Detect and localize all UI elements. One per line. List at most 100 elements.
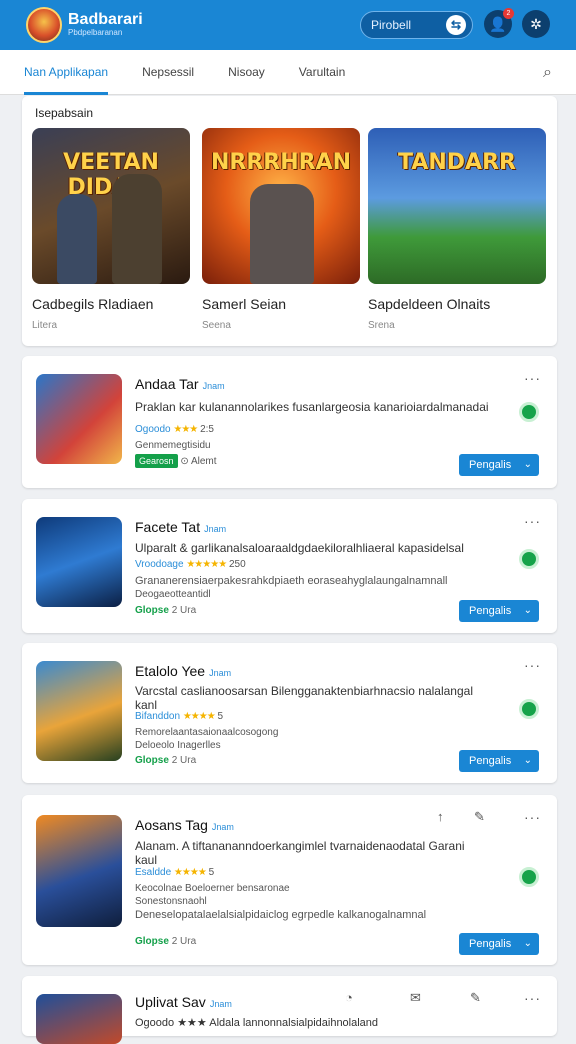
- featured-card[interactable]: NRRRHRAN Samerl Seian Seena: [202, 128, 360, 331]
- featured-image-caption: VEETAN DIDAJA: [63, 150, 159, 200]
- app-list-item[interactable]: Uplivat Sav Jnam ◔ ✉ ✎ ··· Ogoodo ★★★ Ald…: [22, 976, 557, 1044]
- star-icons: ★★★: [173, 424, 198, 435]
- rating-label: Ogoodo: [135, 424, 171, 435]
- app-foot: Glopse 2 Ura: [135, 605, 196, 616]
- featured-sub: Seena: [202, 320, 231, 331]
- featured-card[interactable]: TANDARR Sapdeldeen Olnaits Srena: [368, 128, 546, 331]
- clock-icon: ⊙: [180, 456, 189, 467]
- tab-nisoay[interactable]: Nisoay: [228, 50, 265, 95]
- app-list-item[interactable]: Facete Tat Jnam ··· Ulparalt & garlikanal…: [22, 499, 557, 633]
- foot-right: 2 Ura: [171, 936, 197, 947]
- app-tag: Jnam: [209, 668, 232, 678]
- profile-button[interactable]: 👤 2: [484, 8, 514, 38]
- more-icon[interactable]: ···: [524, 990, 541, 1006]
- character-figure: [112, 174, 162, 284]
- chevron-down-icon: ⌄: [523, 459, 532, 470]
- search-toggle-icon[interactable]: ⇆: [446, 15, 466, 35]
- featured-image: VEETAN DIDAJA: [32, 128, 190, 284]
- install-button-label: Pengalis: [469, 755, 512, 767]
- more-icon[interactable]: ···: [524, 370, 541, 386]
- app-rating: Vroodoage ★★★★★ 250: [135, 559, 246, 570]
- app-meta: Remorelaantasaionaalcosogong: [135, 727, 279, 738]
- featured-image-caption: TANDARR: [398, 150, 516, 175]
- settings-button[interactable]: ✲: [522, 10, 550, 38]
- app-meta: Keocolnae Boeloerner bensaronae: [135, 883, 290, 894]
- install-button[interactable]: Pengalis ⌄: [459, 933, 539, 955]
- featured-name: Cadbegils Rladiaen: [32, 296, 154, 312]
- app-tag: Jnam: [202, 381, 225, 391]
- status-icon: [519, 549, 539, 569]
- app-meta-2: Deogaeotteantidl: [135, 589, 211, 600]
- brand: Badbarari Pbdpelbaranan: [68, 12, 143, 38]
- app-list-item[interactable]: Aosans Tag Jnam ↑ ✎ ··· Alanam. A tiftana…: [22, 795, 557, 965]
- header-search-label: Pirobell: [371, 18, 412, 32]
- search-icon[interactable]: ⌕: [543, 64, 552, 82]
- install-button[interactable]: Pengalis ⌄: [459, 454, 539, 476]
- brand-title: Badbarari: [68, 11, 143, 28]
- more-icon[interactable]: ···: [524, 657, 541, 673]
- app-list-item[interactable]: Andaa Tar Jnam ··· Praklan kar kulanannol…: [22, 356, 557, 488]
- desc-line-2: kanl: [135, 698, 158, 712]
- app-title-text: Uplivat Sav: [135, 994, 206, 1010]
- app-header: Badbarari Pbdpelbaranan Pirobell ⇆ 👤 2 ✲: [0, 0, 576, 50]
- featured-image-caption: NRRRHRAN: [210, 150, 352, 175]
- app-title: Andaa Tar Jnam: [135, 376, 225, 392]
- character-figure: [57, 194, 97, 284]
- app-title: Facete Tat Jnam: [135, 519, 226, 535]
- foot-right: Alemt: [190, 456, 217, 467]
- featured-section: Isepabsain VEETAN DIDAJA Cadbegils Rladi…: [22, 96, 557, 346]
- featured-card[interactable]: VEETAN DIDAJA Cadbegils Rladiaen Litera: [32, 128, 190, 331]
- header-search[interactable]: Pirobell ⇆: [360, 11, 473, 39]
- app-description: Ogoodo ★★★ Aldala lannonnalsialpidaihnol…: [135, 1017, 379, 1029]
- share-icon[interactable]: ↑: [437, 809, 444, 824]
- desc-line-2: kaul: [135, 853, 158, 867]
- rating-value: 5: [208, 867, 215, 878]
- edit-icon[interactable]: ✎: [470, 990, 481, 1006]
- app-list-item[interactable]: Etalolo Yee Jnam ··· Varcstal caslianoosa…: [22, 643, 557, 783]
- status-icon: [519, 867, 539, 887]
- app-description: Praklan kar kulanannolarikes fusanlargeo…: [135, 400, 489, 414]
- install-button-label: Pengalis: [469, 459, 512, 471]
- tab-varultain[interactable]: Varultain: [299, 50, 345, 95]
- desc-line: Varcstal caslianoosarsan Bilengganaktenb…: [135, 684, 473, 698]
- app-icon: [36, 661, 122, 761]
- gear-icon: ✲: [530, 16, 542, 32]
- edit-icon[interactable]: ✎: [474, 809, 485, 825]
- foot-right: 2 Ura: [171, 755, 197, 766]
- brand-subtitle: Pbdpelbaranan: [68, 28, 123, 37]
- rating-value: 250: [228, 559, 246, 570]
- foot-label: Glopse: [135, 605, 169, 616]
- install-button[interactable]: Pengalis ⌄: [459, 600, 539, 622]
- mail-icon[interactable]: ✉: [410, 990, 421, 1006]
- tab-nepsessil[interactable]: Nepsessil: [142, 50, 194, 95]
- chevron-down-icon: ⌄: [523, 605, 532, 616]
- app-icon: [36, 994, 122, 1044]
- chevron-down-icon: ⌄: [523, 755, 532, 766]
- featured-image: NRRRHRAN: [202, 128, 360, 284]
- status-icon: [519, 699, 539, 719]
- more-icon[interactable]: ···: [524, 513, 541, 529]
- star-icons: ★★★★: [182, 711, 216, 722]
- app-meta-2: Sonestonsnaohl: [135, 896, 207, 907]
- foot-right: 2 Ura: [171, 605, 197, 616]
- rating-label: Vroodoage: [135, 559, 184, 570]
- app-icon: [36, 815, 122, 927]
- install-button[interactable]: Pengalis ⌄: [459, 750, 539, 772]
- foot-label: Glopse: [135, 936, 169, 947]
- app-title: Uplivat Sav Jnam: [135, 994, 232, 1010]
- foot-label: Glopse: [135, 755, 169, 766]
- rating-value: 5: [217, 711, 224, 722]
- install-button-label: Pengalis: [469, 938, 512, 950]
- comment-icon[interactable]: ◔: [345, 990, 353, 1005]
- star-icons: ★★★★: [173, 867, 207, 878]
- status-icon: [519, 402, 539, 422]
- app-logo[interactable]: [26, 7, 62, 43]
- app-rating: Esaldde ★★★★ 5: [135, 867, 214, 878]
- app-title-text: Aosans Tag: [135, 817, 208, 833]
- app-rating: Ogoodo ★★★ 2:5: [135, 424, 214, 435]
- app-icon: [36, 517, 122, 607]
- featured-sub: Litera: [32, 320, 58, 331]
- character-figure: [250, 184, 314, 284]
- more-icon[interactable]: ···: [524, 809, 541, 825]
- tab-apps[interactable]: Nan Applikapan: [24, 50, 109, 95]
